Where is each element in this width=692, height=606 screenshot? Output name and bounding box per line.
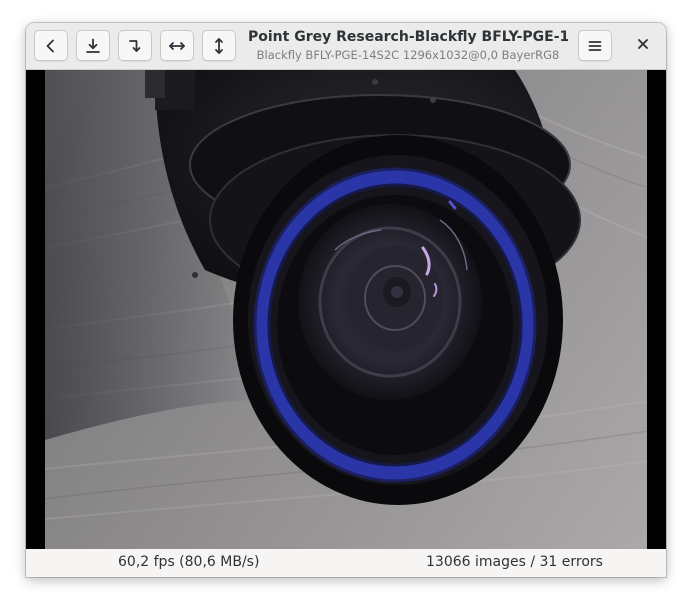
save-snapshot-button[interactable] [76,30,110,61]
window-title: Point Grey Research-Blackfly BFLY-PGE-1.… [248,29,568,45]
rotate-button[interactable] [118,30,152,61]
close-button[interactable] [626,30,660,61]
camera-frame [45,70,647,549]
chevron-left-icon [43,38,59,54]
flip-vertical-icon [211,37,227,55]
close-icon [636,36,650,55]
image-count-label: 13066 images / 31 errors [426,554,603,570]
download-icon [85,38,101,54]
status-bar: 60,2 fps (80,6 MB/s) 13066 images / 31 e… [26,549,666,577]
main-menu-button[interactable] [578,30,612,61]
hamburger-menu-icon [587,38,603,54]
framerate-label: 60,2 fps (80,6 MB/s) [118,554,260,570]
video-display [26,70,666,549]
title-block: Point Grey Research-Blackfly BFLY-PGE-1.… [248,27,568,65]
window-subtitle: Blackfly BFLY-PGE-14S2C 1296x1032@0,0 Ba… [256,48,560,62]
app-window: Point Grey Research-Blackfly BFLY-PGE-1.… [26,23,666,577]
flip-vertical-button[interactable] [202,30,236,61]
flip-horizontal-button[interactable] [160,30,194,61]
rotate-icon [127,38,143,54]
header-bar: Point Grey Research-Blackfly BFLY-PGE-1.… [26,23,666,70]
back-button[interactable] [34,30,68,61]
flip-horizontal-icon [168,38,186,54]
